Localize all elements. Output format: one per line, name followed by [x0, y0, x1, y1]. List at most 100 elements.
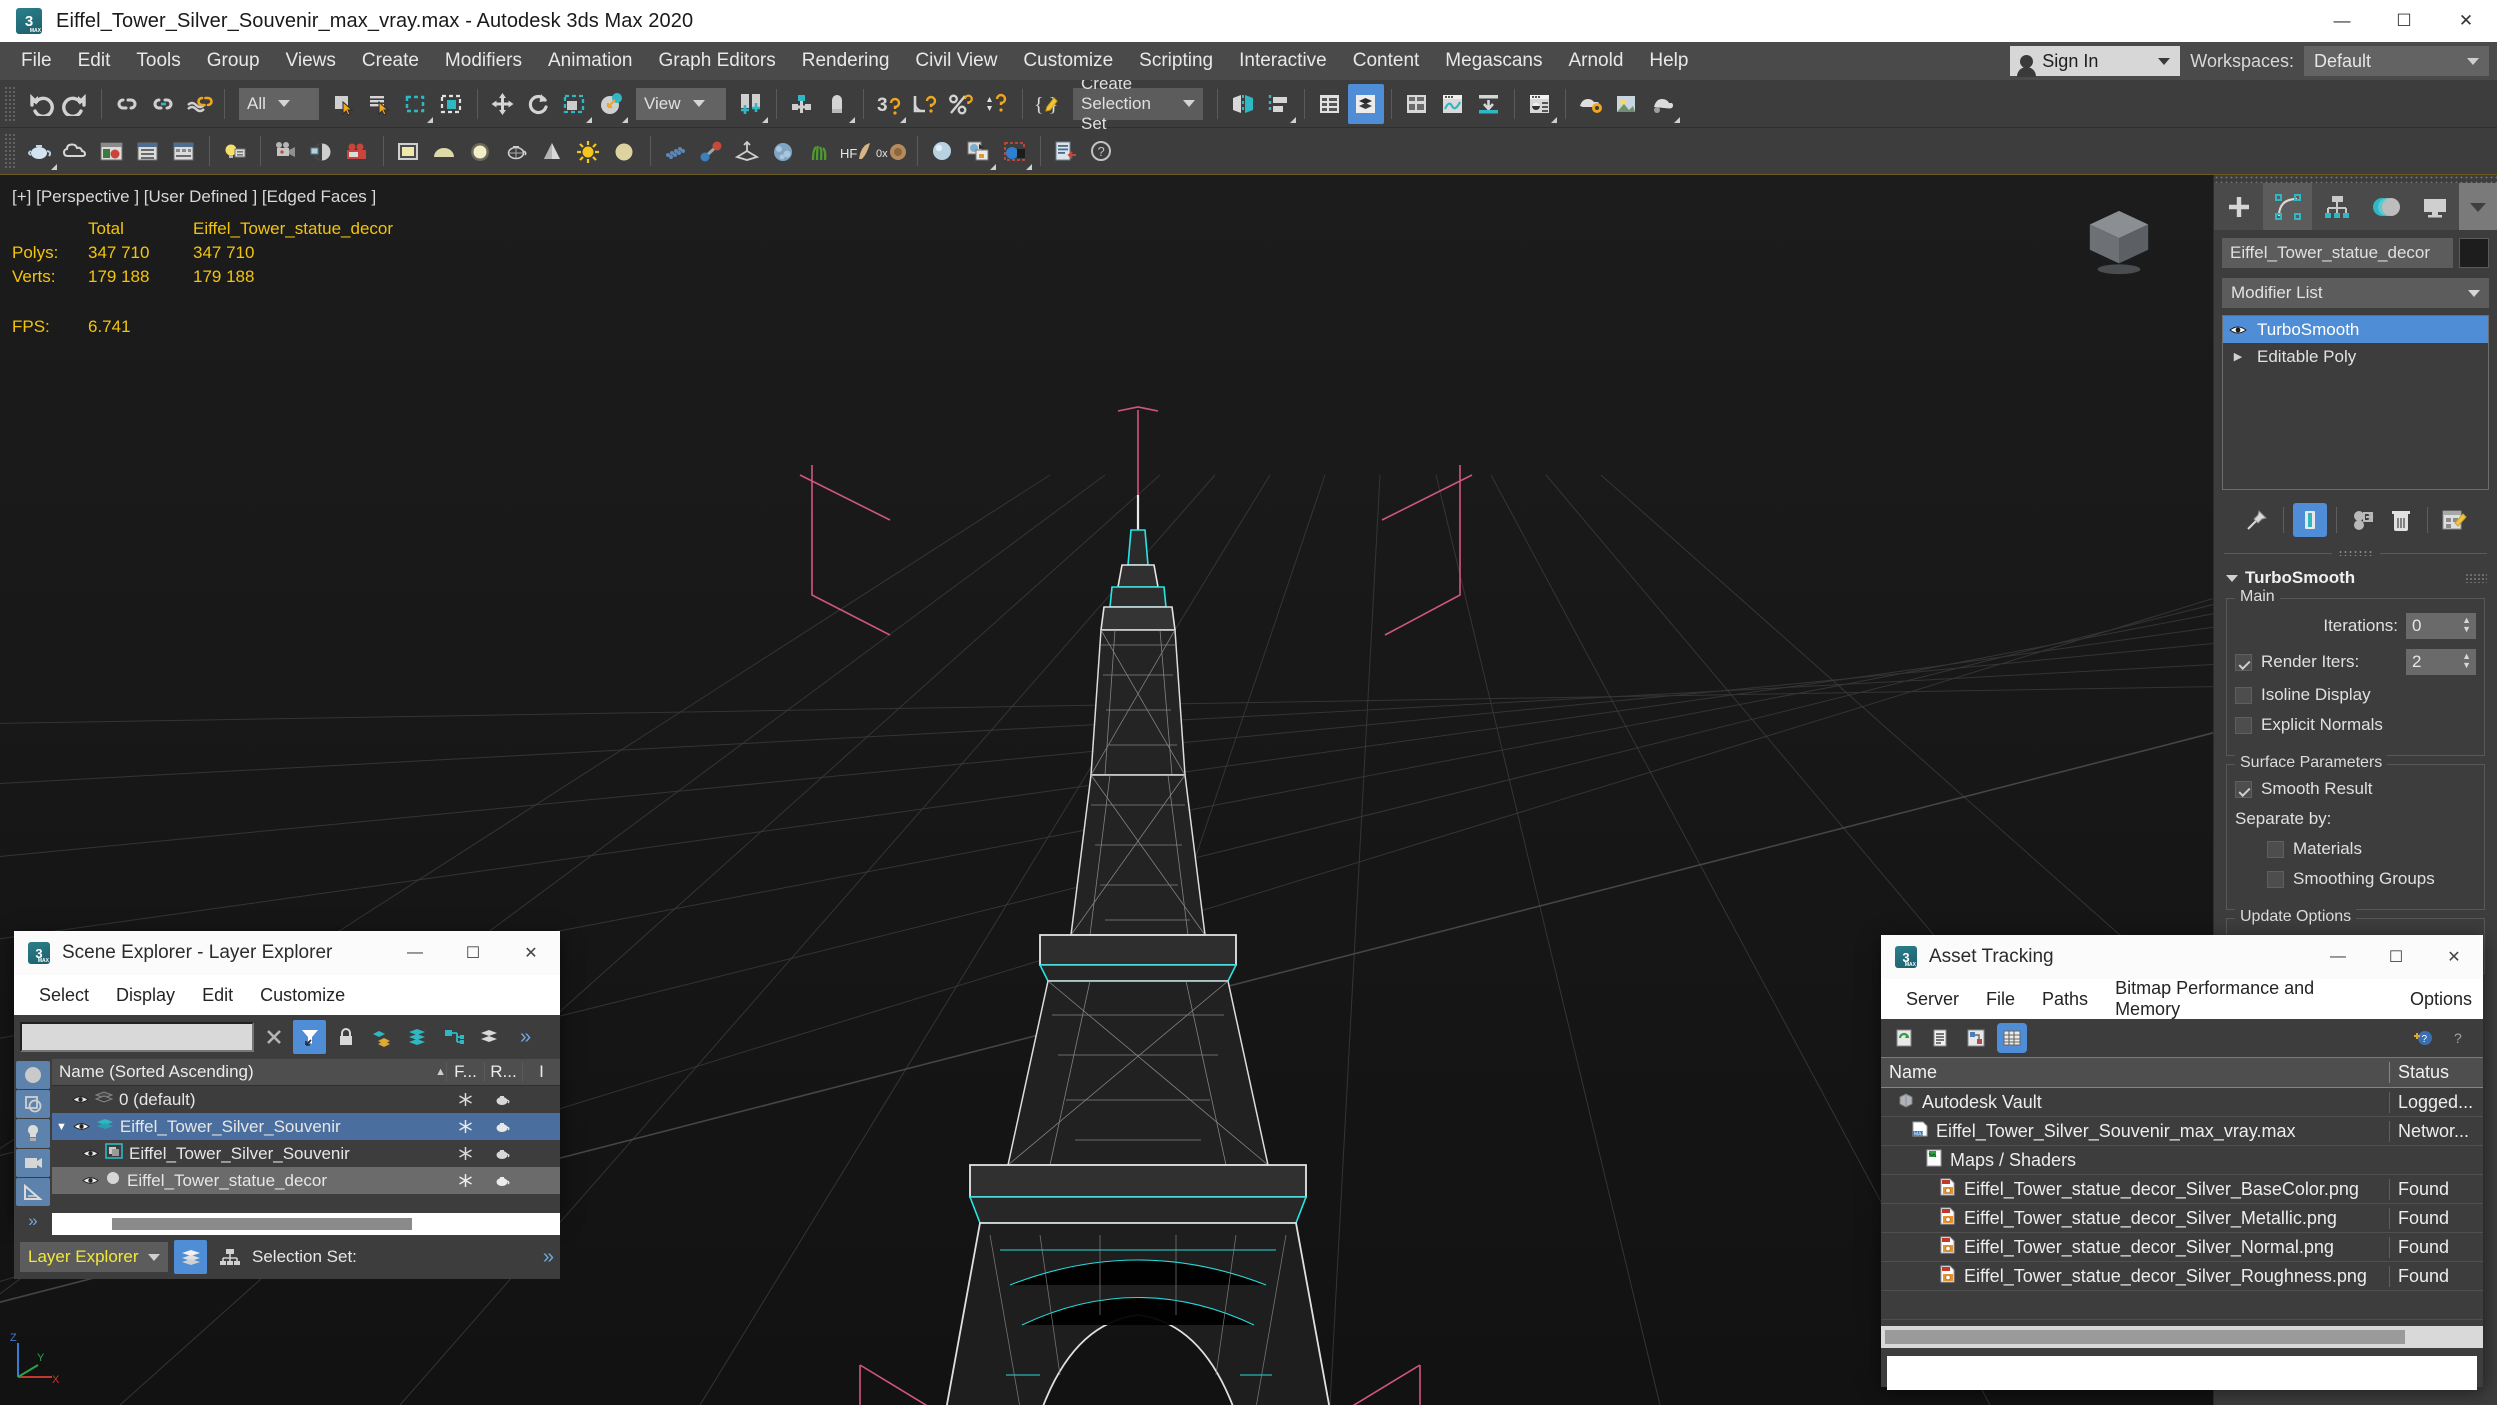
scene-explorer-list[interactable]: Name (Sorted Ascending) ▲ F... R... I 0 …: [52, 1059, 560, 1235]
workspaces-select[interactable]: Default: [2304, 46, 2489, 76]
video-post-icon[interactable]: [340, 131, 376, 171]
redo-icon[interactable]: [58, 84, 94, 124]
filter-helpers-icon[interactable]: [16, 1177, 50, 1206]
pin-stack-icon[interactable]: [2240, 503, 2274, 537]
unlink-selection-icon[interactable]: [145, 84, 181, 124]
toolbar-grip[interactable]: [4, 85, 16, 122]
menu-views[interactable]: Views: [273, 45, 349, 77]
modifier-list-dropdown[interactable]: Modifier List: [2222, 278, 2489, 308]
cloud-object-icon[interactable]: [58, 131, 94, 171]
scrollbar-thumb[interactable]: [112, 1218, 412, 1230]
table-row[interactable]: Eiffel_Tower_statue_decor_Silver_Normal.…: [1881, 1233, 2483, 1262]
select-object-icon[interactable]: [326, 84, 362, 124]
renderable-icon[interactable]: [484, 1093, 522, 1106]
menu-select[interactable]: Select: [28, 981, 100, 1010]
table-row[interactable]: MAX Eiffel_Tower_Silver_Souvenir_max_vra…: [1881, 1117, 2483, 1146]
undo-icon[interactable]: [22, 84, 58, 124]
snaps-toggle-3d-icon[interactable]: 3: [871, 84, 907, 124]
table-row[interactable]: Eiffel_Tower_statue_decor_Silver_Roughne…: [1881, 1262, 2483, 1291]
show-end-result-icon[interactable]: [2293, 503, 2327, 537]
lock-icon[interactable]: [329, 1020, 362, 1054]
menu-graph-editors[interactable]: Graph Editors: [646, 45, 789, 77]
help-icon[interactable]: ?: [2445, 1023, 2475, 1053]
table-row[interactable]: Eiffel_Tower_statue_decor_Silver_BaseCol…: [1881, 1175, 2483, 1204]
menu-modifiers[interactable]: Modifiers: [432, 45, 535, 77]
renderable-icon[interactable]: [484, 1174, 522, 1187]
filter-lights-icon[interactable]: [16, 1119, 50, 1148]
sphere-gizmo-icon[interactable]: [607, 131, 643, 171]
menu-arnold[interactable]: Arnold: [1555, 45, 1636, 77]
column-frozen[interactable]: F...: [446, 1062, 484, 1082]
eye-icon[interactable]: [82, 1144, 99, 1164]
column-name[interactable]: Name: [1881, 1062, 2389, 1083]
teapot-primitive-icon[interactable]: [499, 131, 535, 171]
sphere-primitive-icon[interactable]: [463, 131, 499, 171]
menu-animation[interactable]: Animation: [535, 45, 646, 77]
menu-file[interactable]: File: [8, 45, 65, 77]
scene-explorer-window[interactable]: 3 Scene Explorer - Layer Explorer — ☐ ✕ …: [14, 931, 560, 1279]
command-panel-grip[interactable]: [2214, 175, 2497, 183]
spinner-arrows-icon[interactable]: ▲ ▼: [2462, 652, 2471, 670]
close-button[interactable]: ✕: [2435, 0, 2497, 42]
material-editor-icon[interactable]: [1522, 84, 1558, 124]
isoline-display-checkbox[interactable]: [2235, 686, 2252, 704]
menu-content[interactable]: Content: [1340, 45, 1433, 77]
add-layer-icon[interactable]: [365, 1020, 398, 1054]
search-input[interactable]: [20, 1022, 254, 1052]
freeze-icon[interactable]: [446, 1092, 484, 1107]
modifier-stack-item-editable-poly[interactable]: ▶ Editable Poly: [2223, 343, 2488, 370]
ox-hair-icon[interactable]: 0x: [874, 131, 910, 171]
cone-primitive-icon[interactable]: [535, 131, 571, 171]
tab-hierarchy[interactable]: [2312, 183, 2361, 230]
refresh-icon[interactable]: [1889, 1023, 1919, 1053]
light-lister-icon[interactable]: [217, 131, 253, 171]
hemisphere-primitive-icon[interactable]: [427, 131, 463, 171]
menu-megascans[interactable]: Megascans: [1432, 45, 1555, 77]
tab-motion[interactable]: [2361, 183, 2410, 230]
renderable-icon[interactable]: [484, 1120, 522, 1133]
camera-sequencer-icon[interactable]: [268, 131, 304, 171]
plane-primitive-icon[interactable]: [391, 131, 427, 171]
view-cube[interactable]: [2080, 205, 2158, 277]
freeze-icon[interactable]: [446, 1173, 484, 1188]
menu-create[interactable]: Create: [349, 45, 432, 77]
sun-light-icon[interactable]: [571, 131, 607, 171]
tab-create[interactable]: [2214, 183, 2263, 230]
explicit-normals-checkbox[interactable]: [2235, 716, 2252, 734]
particle-array-icon[interactable]: [658, 131, 694, 171]
freeze-icon[interactable]: [446, 1119, 484, 1134]
select-and-rotate-icon[interactable]: [521, 84, 557, 124]
vray-material-picker-icon[interactable]: [961, 131, 997, 171]
named-selection-sets-dropdown[interactable]: Create Selection Set: [1073, 74, 1203, 133]
rectangular-selection-region-icon[interactable]: [398, 84, 434, 124]
column-render[interactable]: R...: [484, 1062, 522, 1082]
menu-edit[interactable]: Edit: [65, 45, 124, 77]
space-warp-icon[interactable]: [730, 131, 766, 171]
minimize-button[interactable]: —: [2309, 935, 2367, 979]
vray-sphere-icon[interactable]: [925, 131, 961, 171]
horizontal-scrollbar[interactable]: [52, 1213, 560, 1235]
menu-interactive[interactable]: Interactive: [1226, 45, 1340, 77]
configure-modifier-sets-icon[interactable]: [2437, 503, 2471, 537]
snaps-toggle-icon[interactable]: [820, 84, 856, 124]
expand-arrow-icon[interactable]: ▶: [2227, 350, 2249, 363]
material-editor-window-icon[interactable]: [94, 131, 130, 171]
filter-geometry-icon[interactable]: [16, 1061, 50, 1090]
eye-icon[interactable]: [72, 1090, 89, 1110]
layer-explorer-mode-icon[interactable]: [174, 1240, 207, 1274]
render-iters-checkbox[interactable]: [2235, 653, 2252, 671]
table-row[interactable]: Maps / Shaders: [1881, 1146, 2483, 1175]
overflow-icon[interactable]: »: [509, 1020, 542, 1054]
bind-to-space-warp-icon[interactable]: [181, 84, 217, 124]
angle-snap-toggle-icon[interactable]: [907, 84, 943, 124]
render-iters-spinner[interactable]: 2 ▲ ▼: [2406, 649, 2476, 675]
asset-tracking-grid[interactable]: Name Status Autodesk Vault Logged... MAX…: [1881, 1057, 2483, 1320]
select-by-name-icon[interactable]: [362, 84, 398, 124]
clear-search-icon[interactable]: [257, 1020, 290, 1054]
grass-icon[interactable]: [802, 131, 838, 171]
menu-paths[interactable]: Paths: [2031, 985, 2099, 1014]
object-color-swatch[interactable]: [2459, 238, 2489, 268]
help-icon[interactable]: ?: [1084, 131, 1120, 171]
menu-options[interactable]: Options: [2399, 985, 2483, 1014]
filter-shapes-icon[interactable]: [16, 1090, 50, 1119]
